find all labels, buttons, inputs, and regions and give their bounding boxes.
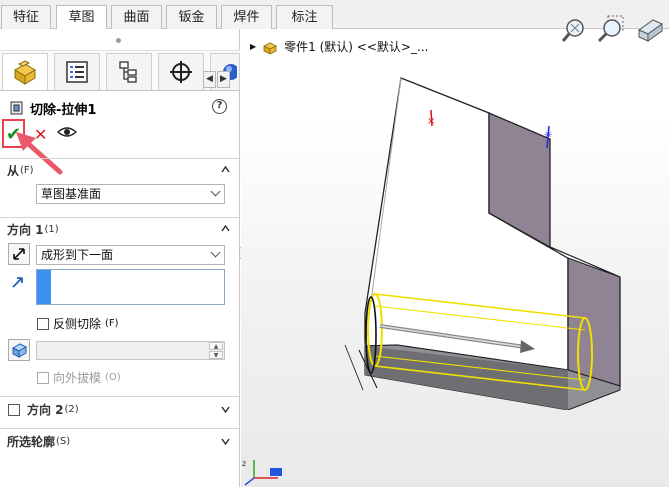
- property-manager-panel: ◀ ▶ 切除-拉伸1 ? ✔ ✕ 从 (F) 草图基准面 方向 1 (1) 成形…: [0, 29, 240, 487]
- draft-toggle-button[interactable]: [8, 339, 30, 361]
- direction1-section-header[interactable]: 方向 1 (1): [0, 217, 240, 241]
- flip-side-cut-checkbox[interactable]: 反侧切除 (F): [37, 315, 119, 332]
- direction-reference-selection-box[interactable]: [36, 269, 225, 305]
- reference-triad-icon: z: [242, 459, 282, 486]
- selected-contours-title: 所选轮廓: [7, 435, 56, 449]
- from-section-title: 从: [7, 164, 20, 178]
- tree-expand-icon[interactable]: ▶: [250, 42, 256, 51]
- dropdown-arrow-icon: [210, 247, 221, 258]
- part-model[interactable]: × ✳: [335, 70, 635, 410]
- tab-weldments[interactable]: 焊件: [221, 5, 272, 29]
- draft-outward-checkbox-box[interactable]: [37, 371, 49, 384]
- tab-sheet-metal[interactable]: 钣金: [166, 5, 217, 29]
- svg-text:×: ×: [427, 116, 435, 127]
- tab-sketch[interactable]: 草图: [56, 5, 107, 30]
- panel-splitter[interactable]: [0, 29, 240, 51]
- manager-icon-tabs: ◀ ▶: [0, 51, 240, 91]
- end-condition-select[interactable]: 成形到下一面: [36, 245, 225, 265]
- draft-outward-checkbox[interactable]: 向外拔模 (O): [37, 369, 121, 386]
- feature-header: 切除-拉伸1: [10, 99, 97, 118]
- flyout-feature-tree: ▶ 零件1 (默认) <<默认>_...: [250, 38, 428, 55]
- from-select[interactable]: 草图基准面: [36, 184, 225, 204]
- tabs-scroll-left-button[interactable]: ◀: [203, 71, 216, 88]
- flip-side-cut-label: 反侧切除: [53, 317, 102, 331]
- svg-text:✳: ✳: [544, 130, 552, 141]
- selected-contours-shortcut: (S): [56, 436, 71, 447]
- direction2-title: 方向 2: [27, 403, 64, 417]
- draft-angle-spinner[interactable]: ▲ ▼: [36, 341, 225, 360]
- splitter-grip-icon[interactable]: [116, 38, 121, 43]
- flip-side-cut-shortcut: (F): [105, 318, 119, 329]
- draft-outward-label: 向外拔模: [53, 371, 102, 385]
- tabs-scroll-right-button[interactable]: ▶: [217, 71, 230, 88]
- flip-side-cut-checkbox-box[interactable]: [37, 317, 49, 330]
- reverse-direction-icon: [13, 248, 25, 260]
- previous-view-icon[interactable]: [635, 16, 665, 44]
- draft-icon: [11, 343, 28, 358]
- chevron-down-icon[interactable]: [221, 405, 230, 414]
- from-section-header[interactable]: 从 (F): [0, 158, 240, 182]
- configuration-manager-tab[interactable]: [106, 53, 152, 90]
- chevron-up-icon[interactable]: [221, 224, 230, 233]
- property-manager-icon: [66, 61, 88, 83]
- zoom-to-fit-icon[interactable]: [560, 16, 588, 44]
- configuration-manager-icon: [119, 61, 137, 83]
- spinner-up-icon[interactable]: ▲: [209, 342, 223, 350]
- chevron-down-icon[interactable]: [221, 437, 230, 446]
- zoom-to-area-icon[interactable]: [596, 15, 626, 43]
- direction-vector-icon: [12, 277, 23, 288]
- tab-annotation[interactable]: 标注: [276, 5, 333, 29]
- dropdown-arrow-icon: [210, 186, 221, 197]
- svg-text:z: z: [242, 459, 246, 468]
- tab-features[interactable]: 特征: [1, 5, 51, 29]
- feature-manager-tab[interactable]: [2, 53, 48, 90]
- chevron-up-icon[interactable]: [221, 165, 230, 174]
- spinner-down-icon[interactable]: ▼: [209, 351, 223, 359]
- tab-surfaces[interactable]: 曲面: [111, 5, 162, 29]
- from-select-value: 草图基准面: [41, 187, 102, 201]
- from-section-shortcut: (F): [20, 165, 34, 176]
- feature-manager-icon: [14, 60, 36, 85]
- feature-title: 切除-拉伸1: [30, 102, 97, 118]
- part-name[interactable]: 零件1 (默认) <<默认>_...: [284, 38, 428, 55]
- dimxpert-icon: [170, 61, 192, 83]
- selection-focus-bar: [37, 270, 51, 304]
- direction2-section-header[interactable]: 方向 2 (2): [0, 396, 240, 422]
- direction1-title: 方向 1: [7, 223, 44, 237]
- draft-outward-shortcut: (O): [105, 372, 121, 383]
- cut-extrude-icon: [10, 101, 23, 115]
- help-button[interactable]: ?: [212, 99, 227, 114]
- dimxpert-tab[interactable]: [158, 53, 204, 90]
- property-manager-tab[interactable]: [54, 53, 100, 90]
- direction2-shortcut: (2): [64, 404, 79, 415]
- direction1-shortcut: (1): [44, 224, 59, 235]
- direction2-checkbox[interactable]: [8, 403, 20, 416]
- reverse-direction-button[interactable]: [8, 243, 30, 265]
- end-condition-value: 成形到下一面: [41, 248, 114, 262]
- selected-contours-section-header[interactable]: 所选轮廓 (S): [0, 428, 240, 454]
- part-icon: [263, 42, 278, 55]
